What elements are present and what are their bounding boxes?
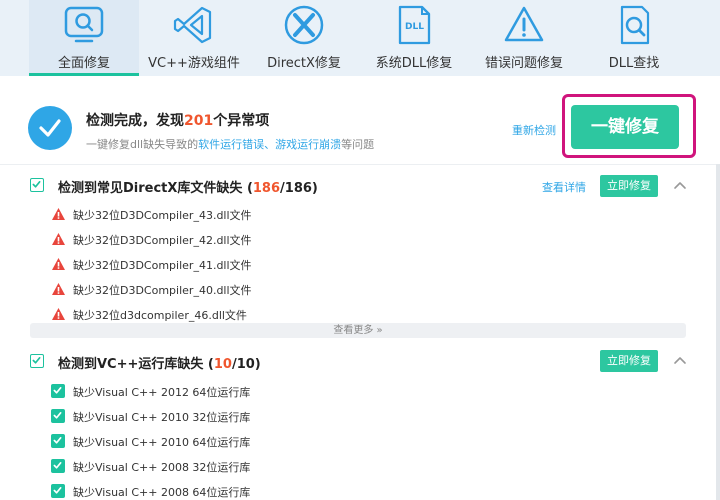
vc-section-checkbox[interactable] <box>30 354 44 368</box>
item-checkbox[interactable] <box>51 484 65 498</box>
tool-tab-bar: 全面修复 VC++游戏组件 DirectX修复 DLL 系统DLL修复 错误问题… <box>0 0 720 76</box>
warning-icon <box>51 207 66 221</box>
item-checkbox[interactable] <box>51 459 65 473</box>
warning-triangle-icon <box>502 4 546 46</box>
missing-runtime-text: 缺少Visual C++ 2012 64位运行库 <box>73 386 251 399</box>
directx-section-title: 检测到常见DirectX库文件缺失 (186/186) <box>58 181 318 196</box>
warning-icon <box>51 282 66 296</box>
item-checkbox[interactable] <box>51 434 65 448</box>
dll-file-icon: DLL <box>392 4 436 46</box>
missing-file-text: 缺少32位D3DCompiler_41.dll文件 <box>73 259 252 272</box>
show-more-button[interactable]: 查看更多 » <box>30 323 686 338</box>
vc-section-title: 检测到VC++运行库缺失 (10/10) <box>58 357 261 372</box>
list-item: 缺少32位D3DCompiler_42.dll文件 <box>0 229 700 251</box>
missing-file-text: 缺少32位D3DCompiler_43.dll文件 <box>73 209 252 222</box>
missing-file-text: 缺少32位D3DCompiler_42.dll文件 <box>73 234 252 247</box>
tab-label: 错误问题修复 <box>484 56 563 71</box>
vc-fix-now-button[interactable]: 立即修复 <box>600 350 658 372</box>
tab-dll-search[interactable]: DLL查找 <box>579 0 689 76</box>
tab-error-repair[interactable]: 错误问题修复 <box>469 0 579 76</box>
list-item: 缺少Visual C++ 2008 32位运行库 <box>0 456 700 478</box>
visual-studio-icon <box>172 4 216 46</box>
fix-all-button[interactable]: 一键修复 <box>571 105 679 149</box>
list-item: 缺少Visual C++ 2010 64位运行库 <box>0 431 700 453</box>
header-divider <box>0 164 720 165</box>
view-details-link[interactable]: 查看详情 <box>542 179 586 195</box>
scan-status-panel: 检测完成，发现201个异常项 一键修复dll缺失导致的软件运行错误、游戏运行崩溃… <box>0 90 720 162</box>
chevron-up-icon[interactable] <box>672 352 688 368</box>
list-item: 缺少Visual C++ 2012 64位运行库 <box>0 381 700 403</box>
magnifier-screen-icon <box>62 4 106 46</box>
scan-result-title: 检测完成，发现201个异常项 <box>86 113 270 129</box>
list-item: 缺少Visual C++ 2008 64位运行库 <box>0 481 700 500</box>
issue-count: 201 <box>184 113 214 129</box>
missing-runtime-text: 缺少Visual C++ 2008 32位运行库 <box>73 461 251 474</box>
warning-icon <box>51 257 66 271</box>
tab-vc-game-components[interactable]: VC++游戏组件 <box>139 0 249 76</box>
directx-icon <box>282 4 326 46</box>
list-item: 缺少32位D3DCompiler_43.dll文件 <box>0 204 700 226</box>
directx-section-checkbox[interactable] <box>30 178 44 192</box>
chevron-double-down-icon: » <box>373 325 383 336</box>
scan-result-subtitle: 一键修复dll缺失导致的软件运行错误、游戏运行崩溃等问题 <box>86 138 375 151</box>
tab-label: VC++游戏组件 <box>148 56 240 71</box>
list-item: 缺少32位D3DCompiler_40.dll文件 <box>0 279 700 301</box>
warning-icon <box>51 232 66 246</box>
scan-complete-check-icon <box>28 106 72 150</box>
missing-file-text: 缺少32位d3dcompiler_46.dll文件 <box>73 309 247 322</box>
warning-icon <box>51 307 66 321</box>
scrollbar[interactable] <box>716 164 720 500</box>
tab-directx-repair[interactable]: DirectX修复 <box>249 0 359 76</box>
file-search-icon <box>612 4 656 46</box>
missing-runtime-text: 缺少Visual C++ 2010 32位运行库 <box>73 411 251 424</box>
tab-system-dll-repair[interactable]: DLL 系统DLL修复 <box>359 0 469 76</box>
svg-text:DLL: DLL <box>405 22 424 32</box>
vc-section-header: 检测到VC++运行库缺失 (10/10) 立即修复 <box>0 348 720 374</box>
directx-section-header: 检测到常见DirectX库文件缺失 (186/186) 查看详情 立即修复 <box>0 173 720 199</box>
missing-runtime-text: 缺少Visual C++ 2008 64位运行库 <box>73 486 251 499</box>
tab-full-repair[interactable]: 全面修复 <box>29 0 139 76</box>
missing-runtime-text: 缺少Visual C++ 2010 64位运行库 <box>73 436 251 449</box>
item-checkbox[interactable] <box>51 384 65 398</box>
list-item: 缺少32位D3DCompiler_41.dll文件 <box>0 254 700 276</box>
directx-fix-now-button[interactable]: 立即修复 <box>600 175 658 197</box>
tab-label: 全面修复 <box>57 56 110 71</box>
chevron-up-icon[interactable] <box>672 177 688 193</box>
tab-label: 系统DLL修复 <box>375 56 453 71</box>
rescan-link[interactable]: 重新检测 <box>512 122 556 138</box>
active-tab-indicator <box>29 73 139 76</box>
missing-file-text: 缺少32位D3DCompiler_40.dll文件 <box>73 284 252 297</box>
item-checkbox[interactable] <box>51 409 65 423</box>
list-item: 缺少Visual C++ 2010 32位运行库 <box>0 406 700 428</box>
tab-label: DirectX修复 <box>267 56 341 71</box>
tab-label: DLL查找 <box>608 56 660 71</box>
